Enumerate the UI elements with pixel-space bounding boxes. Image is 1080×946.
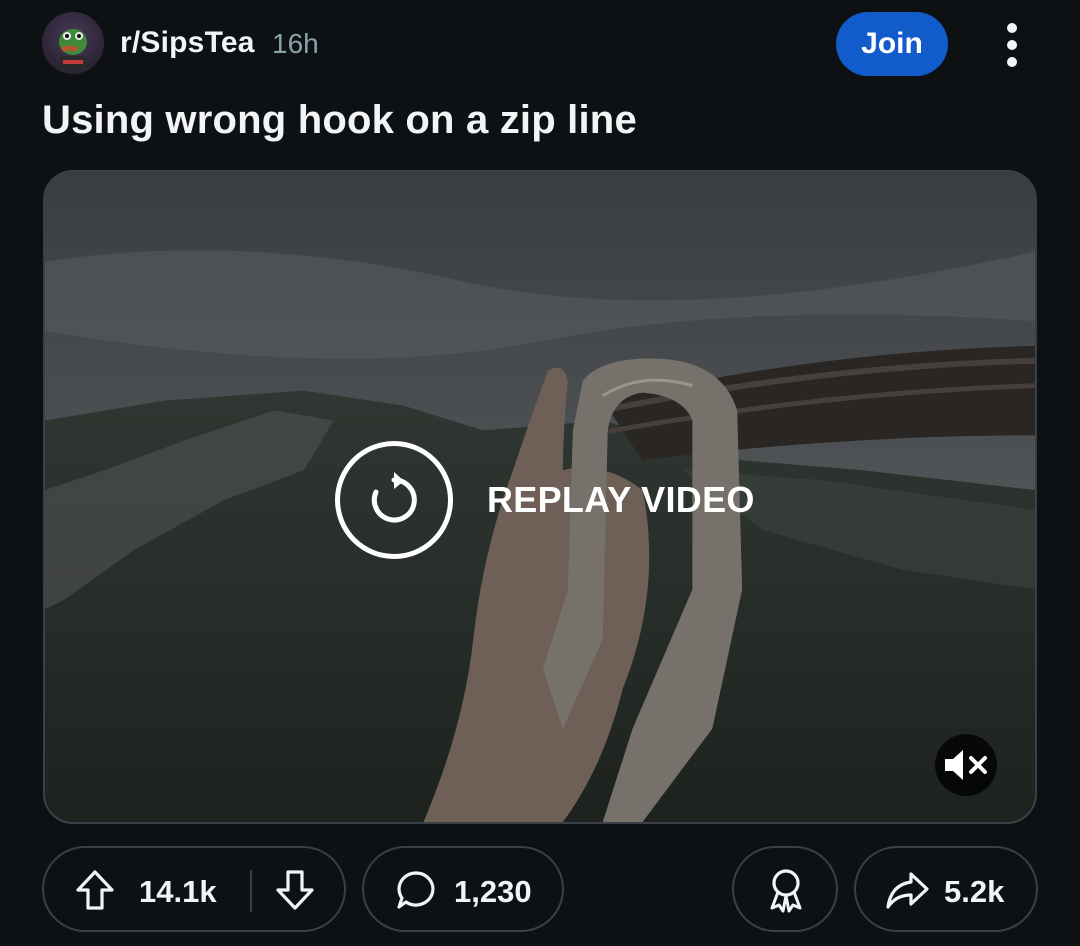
replay-label: REPLAY VIDEO [487,479,755,520]
award-button[interactable] [732,846,838,932]
comments-button[interactable]: 1,230 [362,846,564,932]
vote-divider [250,870,252,912]
share-count: 5.2k [944,874,1005,909]
subreddit-avatar[interactable] [42,12,104,74]
post-title[interactable]: Using wrong hook on a zip line [42,98,637,143]
award-icon [770,869,802,913]
join-button[interactable]: Join [836,12,948,76]
upvote-icon[interactable] [74,868,116,912]
subreddit-name[interactable]: r/SipsTea [120,26,255,60]
downvote-icon[interactable] [274,868,316,912]
post-header: r/SipsTea 16h Join [42,12,1038,76]
mute-icon[interactable] [935,734,997,796]
replay-icon[interactable] [335,441,453,559]
replay-video-button[interactable]: REPLAY VIDEO [335,438,755,562]
action-bar: 14.1k 1,230 5.2k [0,846,1080,932]
vote-bar: 14.1k [42,846,346,932]
post-age: 16h [272,28,319,59]
overflow-menu-icon[interactable] [998,22,1026,68]
comment-icon [397,871,435,909]
share-button[interactable]: 5.2k [854,846,1038,932]
vote-count: 14.1k [139,874,217,909]
comment-count: 1,230 [454,874,532,909]
video-player[interactable]: REPLAY VIDEO [43,170,1037,824]
share-icon [886,872,929,909]
